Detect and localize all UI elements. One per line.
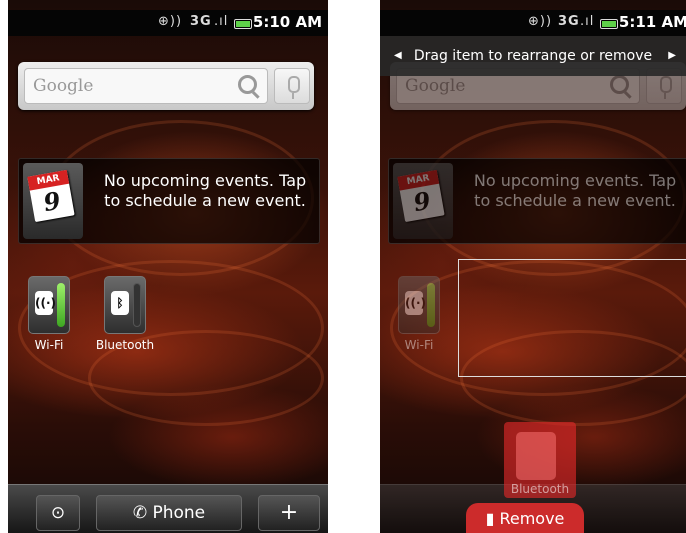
- calendar-widget[interactable]: MAR 9 No upcoming events. Tap to schedul…: [388, 158, 686, 244]
- voice-search-button[interactable]: [274, 68, 310, 104]
- arrow-left-icon: ◀: [394, 50, 402, 61]
- remove-zone[interactable]: ▮ Remove: [466, 503, 584, 533]
- drop-target-outline: [458, 259, 686, 377]
- phone-button[interactable]: ✆ Phone: [96, 495, 242, 531]
- dock: ⊙ ✆ Phone +: [8, 484, 328, 533]
- wifi-icon: ((·)): [405, 291, 432, 315]
- wifi-status-bar: [427, 283, 435, 327]
- network-type: 3G: [190, 14, 212, 29]
- bluetooth-label: Bluetooth: [95, 338, 155, 352]
- status-bar: ⊕)) 3G .ıl 5:10 AM: [8, 10, 328, 36]
- arrow-right-icon: ▶: [668, 50, 676, 61]
- search-placeholder: Google: [405, 76, 466, 96]
- trash-icon: ▮: [485, 509, 500, 528]
- clock: 5:10 AM: [252, 13, 322, 31]
- calendar-widget[interactable]: MAR 9 No upcoming events. Tap to schedul…: [18, 158, 320, 244]
- gps-icon: ⊕)): [528, 14, 553, 29]
- phone-label: Phone: [152, 503, 206, 523]
- search-input[interactable]: Google: [24, 68, 268, 104]
- wifi-label: Wi-Fi: [34, 338, 64, 352]
- calendar-icon: MAR 9: [23, 163, 83, 239]
- dragged-widget-label: Bluetooth: [510, 482, 570, 496]
- dragged-bluetooth-widget[interactable]: Bluetooth: [504, 422, 576, 498]
- bluetooth-status-bar: [133, 283, 141, 327]
- search-icon: [610, 75, 629, 94]
- wifi-toggle-widget[interactable]: ((·)) Wi-Fi: [388, 276, 450, 352]
- home-screen-right: ⊕)) 3G .ıl 5:11 AM Google ◀ Drag item to…: [380, 0, 686, 533]
- phone-icon: ✆: [132, 503, 153, 523]
- drag-hint-text: Drag item to rearrange or remove: [413, 48, 653, 64]
- drag-hint-banner: ◀ Drag item to rearrange or remove ▶: [380, 36, 686, 76]
- google-search-widget[interactable]: Google: [18, 62, 314, 110]
- chevron-up-icon: ⊙: [50, 503, 66, 523]
- search-icon[interactable]: [238, 75, 257, 94]
- wifi-label: Wi-Fi: [404, 338, 434, 352]
- microphone-icon: [288, 76, 300, 99]
- remove-label: Remove: [499, 509, 565, 528]
- wifi-icon: ((·)): [35, 291, 62, 315]
- search-placeholder: Google: [33, 76, 94, 96]
- calendar-day: 9: [411, 185, 433, 218]
- battery-icon: [600, 19, 618, 29]
- status-bar: ⊕)) 3G .ıl 5:11 AM: [380, 10, 686, 36]
- microphone-icon: [660, 76, 672, 99]
- network-type: 3G: [558, 14, 580, 29]
- signal-icon: .ıl: [214, 14, 229, 29]
- clock: 5:11 AM: [618, 13, 686, 31]
- calendar-day: 9: [41, 185, 63, 218]
- bluetooth-toggle-widget[interactable]: ᛒ Bluetooth: [94, 276, 156, 352]
- home-screen-left: ⊕)) 3G .ıl 5:10 AM Google MAR 9 No upcom…: [8, 0, 328, 533]
- signal-icon: .ıl: [580, 14, 595, 29]
- calendar-icon: MAR 9: [393, 163, 453, 239]
- battery-icon: [234, 19, 252, 29]
- add-button[interactable]: +: [258, 495, 320, 531]
- wifi-toggle-widget[interactable]: ((·)) Wi-Fi: [18, 276, 80, 352]
- gps-icon: ⊕)): [158, 14, 183, 29]
- bluetooth-icon: ᛒ: [111, 291, 129, 315]
- all-apps-button[interactable]: ⊙: [36, 495, 80, 531]
- bluetooth-icon: [516, 432, 556, 480]
- plus-icon: +: [279, 500, 299, 525]
- wifi-status-bar: [57, 283, 65, 327]
- calendar-events-text: No upcoming events. Tap to schedule a ne…: [103, 171, 307, 210]
- calendar-events-text: No upcoming events. Tap to schedule a ne…: [473, 171, 677, 210]
